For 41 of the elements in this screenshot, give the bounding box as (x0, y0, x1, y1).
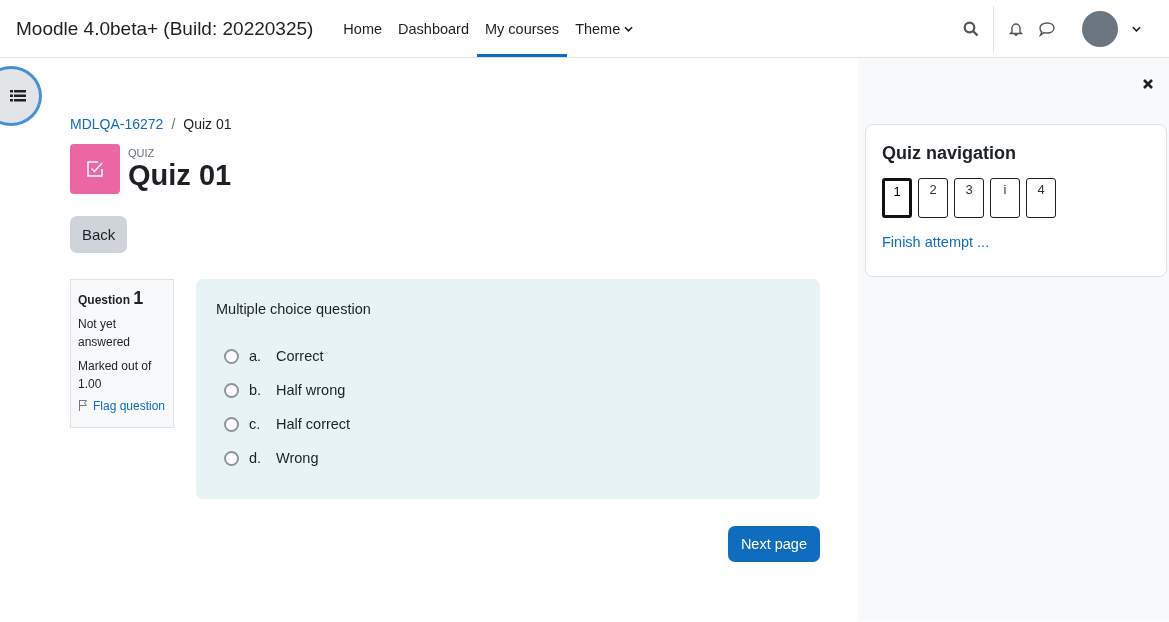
nav-link[interactable]: Dashboard (390, 0, 477, 57)
answer-option[interactable]: b. Half wrong (216, 373, 800, 407)
flag-question-link[interactable]: Flag question (78, 399, 166, 413)
back-button[interactable]: Back (70, 216, 128, 253)
nav-link[interactable]: Theme (567, 0, 642, 57)
activity-type-label: QUIZ (128, 146, 156, 159)
bell-icon[interactable] (1008, 20, 1024, 37)
search-icon[interactable] (963, 20, 979, 37)
question-nav-button[interactable]: 2 (918, 178, 948, 218)
breadcrumb-current: Quiz 01 (183, 116, 232, 132)
site-title[interactable]: Moodle 4.0beta+ (Build: 20220325) (16, 17, 314, 40)
card-title: Quiz navigation (882, 143, 1017, 164)
flag-icon (78, 399, 88, 411)
question-nav-button[interactable]: 1 (882, 178, 912, 218)
question-nav-button[interactable]: i (990, 178, 1020, 218)
chat-icon[interactable] (1038, 20, 1056, 37)
answer-option[interactable]: a. Correct (216, 339, 800, 373)
breadcrumb-separator: / (171, 116, 176, 132)
question-number: Question 1 (78, 288, 145, 309)
quiz-icon (70, 144, 120, 194)
question-nav-button[interactable]: 3 (954, 178, 984, 218)
answer-option[interactable]: c. Half correct (216, 407, 800, 441)
radio-button[interactable] (224, 382, 239, 398)
user-avatar[interactable] (1082, 10, 1118, 47)
list-icon (10, 89, 26, 103)
question-mark: Marked out of 1.00 (78, 358, 153, 393)
nav-link[interactable]: My courses (477, 0, 568, 57)
nav-link[interactable]: Home (335, 0, 391, 57)
radio-button[interactable] (224, 450, 239, 466)
breadcrumb-link[interactable]: MDLQA-16272 (70, 116, 164, 132)
finish-attempt-link[interactable]: Finish attempt ... (882, 234, 1150, 250)
radio-button[interactable] (224, 348, 239, 364)
page-title: Quiz 01 (128, 158, 232, 192)
close-icon[interactable] (1142, 78, 1154, 90)
question-text: Multiple choice question (216, 301, 372, 317)
caret-icon[interactable] (1132, 25, 1141, 32)
answer-option[interactable]: d. Wrong (216, 441, 800, 475)
question-nav-button[interactable]: 4 (1026, 178, 1056, 218)
question-state: Not yet answered (78, 316, 132, 351)
radio-button[interactable] (224, 416, 239, 432)
next-page-button[interactable]: Next page (727, 526, 820, 562)
